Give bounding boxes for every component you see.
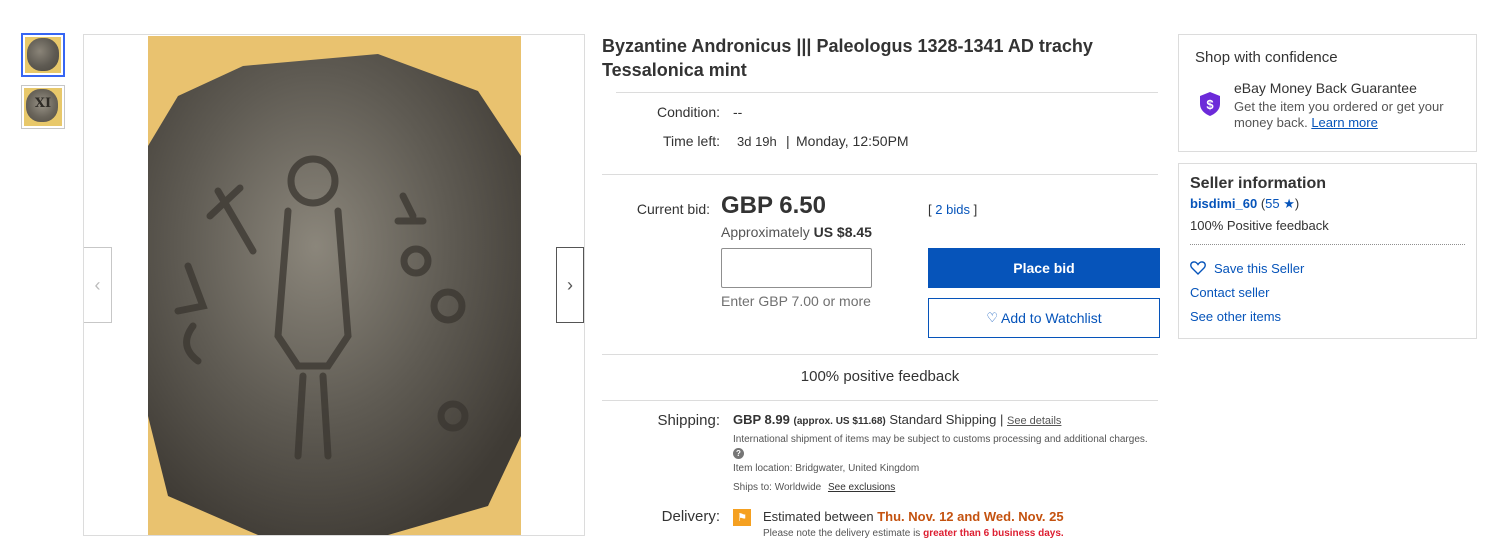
end-time: Monday, 12:50PM: [796, 133, 909, 149]
approx-price: Approximately US $8.45: [721, 224, 872, 240]
seller-information-panel: Seller information bisdimi_60 (55 ★) 100…: [1178, 163, 1477, 339]
item-location-label: Item location:: [733, 463, 793, 474]
score-close: ): [1294, 196, 1300, 211]
shipping-separator: |: [999, 412, 1004, 427]
condition-value: --: [733, 104, 743, 120]
bid-count: [ 2 bids ]: [928, 202, 977, 217]
bid-count-link[interactable]: 2 bids: [935, 202, 970, 217]
dotted-divider: [1190, 244, 1465, 245]
thumbnail-2[interactable]: XI: [21, 85, 65, 129]
chevron-left-icon: ‹: [94, 274, 101, 295]
money-back-shield-icon: $: [1200, 92, 1220, 116]
guarantee-text: Get the item you ordered or get your mon…: [1234, 99, 1454, 131]
item-location-value: Bridgwater, United Kingdom: [795, 463, 920, 474]
divider: [602, 354, 1158, 355]
chevron-right-icon: ›: [567, 274, 573, 295]
condition-label: Condition:: [656, 104, 720, 120]
time-left-label: Time left:: [662, 133, 720, 149]
time-left-value: 3d 19h: [737, 134, 777, 149]
seller-identity: bisdimi_60 (55 ★): [1190, 196, 1299, 212]
delivery-estimate: Estimated between Thu. Nov. 12 and Wed. …: [763, 509, 1064, 524]
save-seller-link[interactable]: Save this Seller: [1190, 260, 1304, 276]
shipping-summary: GBP 8.99 (approx. US $11.68) Standard Sh…: [733, 412, 1061, 427]
main-item-photo[interactable]: [148, 36, 521, 535]
contact-seller-link[interactable]: Contact seller: [1190, 285, 1269, 300]
ships-to-label: Ships to:: [733, 482, 772, 493]
thumbnail-glyph: XI: [34, 96, 52, 111]
delivery-note: Please note the delivery estimate is gre…: [763, 528, 1064, 539]
guarantee-title: eBay Money Back Guarantee: [1234, 80, 1417, 96]
current-bid-price: GBP 6.50: [721, 192, 826, 219]
time-left-separator: |: [786, 133, 790, 149]
shipping-cost: GBP 8.99: [733, 412, 790, 427]
shipping-note: International shipment of items may be s…: [733, 433, 1158, 461]
delivery-note-prefix: Please note the delivery estimate is: [763, 528, 921, 539]
delivery-note-highlight: greater than 6 business days.: [923, 528, 1064, 539]
next-image-button[interactable]: ›: [556, 247, 584, 323]
heart-icon: ♡: [986, 310, 998, 325]
delivery-label: Delivery:: [661, 508, 720, 525]
star-icon: ★: [1283, 196, 1295, 211]
seller-name-link[interactable]: bisdimi_60: [1190, 196, 1257, 211]
seller-title: Seller information: [1190, 175, 1327, 192]
divider: [602, 174, 1158, 175]
divider: [616, 92, 1158, 93]
shipping-service: Standard Shipping: [889, 412, 997, 427]
feedback-score-link[interactable]: 55: [1265, 196, 1279, 211]
thumbnail-1[interactable]: [21, 33, 65, 77]
shield-glyph: $: [1206, 97, 1214, 112]
help-icon[interactable]: ?: [733, 447, 744, 459]
current-bid-label: Current bid:: [636, 201, 710, 217]
ships-to: Ships to: Worldwide See exclusions: [733, 482, 895, 493]
see-exclusions-link[interactable]: See exclusions: [828, 482, 895, 493]
place-bid-button[interactable]: Place bid: [928, 248, 1160, 288]
image-viewer: ‹ ›: [83, 34, 585, 536]
bid-hint: Enter GBP 7.00 or more: [721, 293, 871, 309]
shipping-approx: (approx. US $11.68): [793, 416, 886, 427]
ships-to-value: Worldwide: [774, 482, 822, 493]
shipping-label: Shipping:: [657, 412, 720, 429]
coin-thumbnail-image: [27, 38, 59, 71]
item-location: Item location: Bridgwater, United Kingdo…: [733, 463, 919, 474]
learn-more-link[interactable]: Learn more: [1311, 115, 1377, 130]
item-title: Byzantine Andronicus ||| Paleologus 1328…: [602, 36, 1093, 80]
coin-image: [148, 36, 521, 535]
bid-amount-input[interactable]: [721, 248, 872, 288]
thumbnail-strip: XI: [21, 33, 67, 137]
approx-prefix: Approximately: [721, 224, 810, 240]
delivery-range: Thu. Nov. 12 and Wed. Nov. 25: [877, 509, 1064, 524]
see-other-items-link[interactable]: See other items: [1190, 309, 1281, 324]
bid-count-open: [: [928, 202, 932, 217]
heart-outline-icon: [1190, 261, 1206, 275]
shipping-note-text: International shipment of items may be s…: [733, 434, 1148, 445]
divider: [602, 400, 1158, 401]
shop-with-confidence-panel: Shop with confidence $ eBay Money Back G…: [1178, 34, 1477, 152]
save-seller-label: Save this Seller: [1214, 260, 1305, 276]
see-details-link[interactable]: See details: [1007, 415, 1061, 427]
add-to-watchlist-button[interactable]: ♡ Add to Watchlist: [928, 298, 1160, 338]
approx-value: US $8.45: [813, 224, 872, 240]
watchlist-label: Add to Watchlist: [1001, 310, 1102, 326]
confidence-title: Shop with confidence: [1195, 49, 1338, 66]
delivery-prefix: Estimated between: [763, 509, 874, 524]
positive-feedback-banner: 100% positive feedback: [800, 368, 960, 385]
previous-image-button[interactable]: ‹: [84, 247, 112, 323]
flag-icon: ⚑: [733, 509, 751, 526]
seller-feedback: 100% Positive feedback: [1190, 218, 1329, 233]
bid-count-close: ]: [973, 202, 978, 217]
